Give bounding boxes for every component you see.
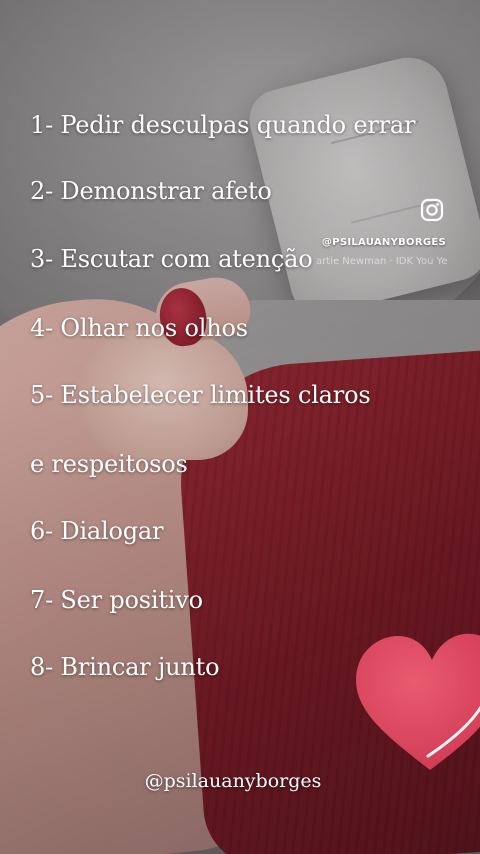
footer-handle[interactable]: @psilauanyborges (0, 770, 480, 792)
list-item: e respeitosos (30, 450, 188, 478)
list-item: 3- Escutar com atenção (30, 245, 313, 273)
list-item: 2- Demonstrar afeto (30, 177, 272, 205)
list-item: 6- Dialogar (30, 517, 164, 545)
instagram-icon[interactable] (420, 198, 444, 222)
list-item: 5- Estabelecer limites claros (30, 381, 371, 409)
list-item: 1- Pedir desculpas quando errar (30, 111, 416, 139)
music-tag[interactable]: artie Newman · IDK You Ye (316, 256, 476, 267)
list-item: 7- Ser positivo (30, 586, 203, 614)
instagram-handle[interactable]: @PSILAUANYBORGES (322, 237, 446, 248)
list-item: 8- Brincar junto (30, 653, 220, 681)
heart-icon (356, 633, 480, 770)
list-item: 4- Olhar nos olhos (30, 314, 248, 342)
